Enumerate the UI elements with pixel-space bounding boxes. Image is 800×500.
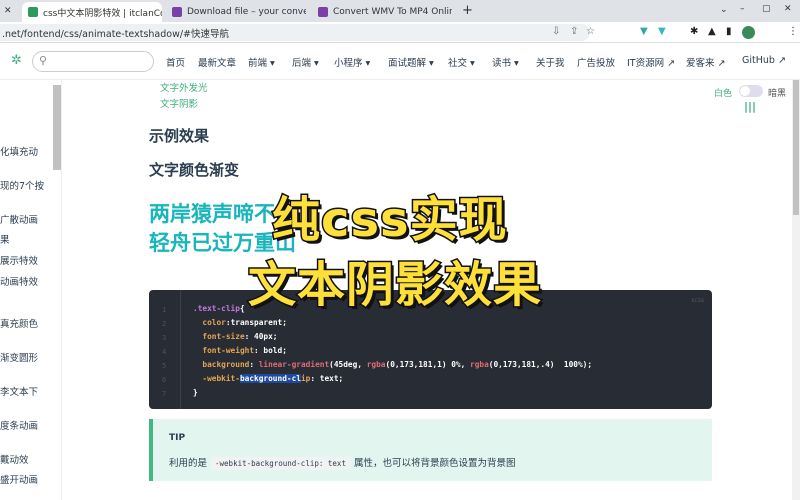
tab-title: Download file – your convers bbox=[187, 7, 306, 17]
nav-item[interactable]: 爱客来 ↗ bbox=[686, 55, 725, 69]
sidebar-item[interactable]: 动画特效 bbox=[0, 274, 38, 288]
address-bar: .net/fontend/css/animate-textshadow/#快速导… bbox=[0, 22, 800, 43]
star-icon[interactable]: ☆ bbox=[586, 26, 595, 37]
nav-item[interactable]: IT资源网 ↗ bbox=[627, 55, 675, 69]
sidebar-item[interactable]: 度条动画 bbox=[0, 418, 38, 432]
sidebar-item[interactable]: 现的7个按 bbox=[0, 178, 44, 192]
sidebar-item[interactable]: 真充颜色 bbox=[0, 316, 38, 330]
line-number: 2 bbox=[162, 320, 167, 328]
toc-toggle-icon[interactable]: ||| bbox=[744, 100, 756, 113]
line-number: 1 bbox=[162, 306, 167, 314]
close-icon[interactable]: ✕ bbox=[4, 6, 12, 16]
sidebar-scrollbar[interactable] bbox=[53, 85, 61, 170]
tip-text-after: 属性，也可以将背景颜色设置为背景图 bbox=[353, 458, 516, 469]
tab-css[interactable]: css中文本阴影特效 | itclanCode✕ bbox=[22, 2, 162, 22]
sidebar-item[interactable]: 戴动效 bbox=[0, 452, 29, 466]
nav-item[interactable]: 社交 ▾ bbox=[448, 55, 475, 69]
chevron-down-icon[interactable]: ⌄ bbox=[720, 5, 728, 15]
favicon-icon bbox=[172, 7, 182, 17]
extension-icon[interactable]: ▼ bbox=[640, 26, 648, 37]
toc-link[interactable]: 文字外发光 bbox=[160, 80, 208, 94]
url-input[interactable]: .net/fontend/css/animate-textshadow/#快速导… bbox=[0, 24, 590, 41]
minimize-icon[interactable]: – bbox=[740, 4, 745, 14]
extension-icon[interactable]: ▼ bbox=[658, 26, 666, 37]
search-icon: ⚲ bbox=[39, 54, 48, 67]
close-window-icon[interactable]: ✕ bbox=[784, 4, 792, 14]
nav-item[interactable]: 广告投放 bbox=[577, 55, 615, 69]
code-line: font-weight: bold; bbox=[202, 346, 287, 355]
nav-item[interactable]: 首页 bbox=[166, 55, 185, 69]
nav-item[interactable]: 最新文章 bbox=[198, 55, 236, 69]
favicon-icon bbox=[318, 7, 328, 17]
tab-bar: ✕ css中文本阴影特效 | itclanCode✕ Download file… bbox=[0, 0, 800, 22]
puzzle-icon[interactable]: ✱ bbox=[690, 26, 698, 37]
maximize-icon[interactable]: ▢ bbox=[762, 4, 771, 14]
nav-item[interactable]: 小程序 ▾ bbox=[334, 55, 370, 69]
sidebar-item[interactable]: 果 bbox=[0, 232, 10, 246]
menu-icon[interactable]: ⋮ bbox=[788, 26, 798, 37]
code-line: } bbox=[193, 388, 198, 397]
nav-item[interactable]: 面试题解 ▾ bbox=[388, 55, 434, 69]
code-line: -webkit-background-clip: text; bbox=[202, 374, 344, 383]
tab-title: css中文本阴影特效 | itclanCode bbox=[43, 8, 162, 19]
site-nav: ✲ ⚲ 首页 最新文章 前端 ▾ 后端 ▾ 小程序 ▾ 面试题解 ▾ 社交 ▾ … bbox=[0, 43, 800, 80]
avatar[interactable] bbox=[742, 26, 755, 39]
theme-dark-label: 暗黑 bbox=[768, 89, 787, 99]
sidebar-item[interactable]: 渐变圆形 bbox=[0, 350, 38, 364]
overlay-title-line1: 纯css实现 bbox=[271, 191, 509, 250]
code-line: color:transparent; bbox=[202, 318, 287, 327]
lab-icon[interactable]: ▲ bbox=[708, 26, 716, 37]
page-scrollbar-thumb[interactable] bbox=[793, 80, 799, 215]
favicon-icon bbox=[28, 7, 38, 17]
code-line: .text-clip{ bbox=[193, 304, 245, 313]
sidebar-item[interactable]: 李文本下 bbox=[0, 384, 38, 398]
nav-item[interactable]: 后端 ▾ bbox=[292, 55, 319, 69]
line-number: 5 bbox=[162, 362, 167, 370]
theme-light-label: 白色 bbox=[714, 89, 733, 99]
tip-code: -webkit-background-clip: text bbox=[211, 457, 350, 470]
theme-toggle[interactable] bbox=[739, 85, 763, 97]
line-number: 6 bbox=[162, 376, 167, 384]
tip-box: TIP 利用的是 -webkit-background-clip: text 属性，… bbox=[149, 419, 712, 481]
new-tab-button[interactable]: + bbox=[462, 3, 473, 18]
sidebar-item[interactable]: 展示特效 bbox=[0, 253, 38, 267]
overlay-title-line2: 文本阴影效果 bbox=[246, 256, 543, 315]
tip-text-before: 利用的是 bbox=[169, 458, 208, 469]
tab-download[interactable]: Download file – your convers✕ bbox=[166, 2, 306, 22]
toc-link[interactable]: 文字阴影 bbox=[160, 96, 198, 110]
nav-item[interactable]: 读书 ▾ bbox=[492, 55, 519, 69]
heading-example: 示例效果 bbox=[149, 127, 210, 145]
share-icon[interactable]: ⇪ bbox=[570, 26, 578, 37]
nav-item[interactable]: 关于我 bbox=[536, 55, 565, 69]
sidebar-item[interactable]: 化填充动 bbox=[0, 144, 38, 158]
line-numbers: 1 2 3 4 5 6 7 bbox=[149, 290, 181, 409]
heading-gradient: 文字颜色渐变 bbox=[149, 161, 240, 179]
code-line: font-size: 40px; bbox=[202, 332, 278, 341]
sidepanel-icon[interactable]: ▮ bbox=[726, 26, 732, 37]
install-icon[interactable]: ⇩ bbox=[552, 26, 560, 37]
line-number: 4 bbox=[162, 348, 167, 356]
line-number: 7 bbox=[162, 390, 167, 398]
search-input[interactable]: ⚲ bbox=[32, 51, 154, 72]
code-line: background: linear-gradient(45deg, rgba(… bbox=[202, 360, 593, 369]
sidebar-item[interactable]: 广散动画 bbox=[0, 212, 38, 226]
code-language: scss bbox=[691, 297, 704, 304]
tab-convert[interactable]: Convert WMV To MP4 Online✕ bbox=[312, 2, 452, 22]
nav-item[interactable]: GitHub ↗ bbox=[742, 55, 786, 66]
nav-item[interactable]: 前端 ▾ bbox=[248, 55, 275, 69]
sidebar-item[interactable]: 盛开动画 bbox=[0, 472, 38, 486]
gear-icon[interactable]: ✲ bbox=[11, 53, 22, 68]
tip-text: 利用的是 -webkit-background-clip: text 属性，也可以将… bbox=[169, 455, 516, 470]
tab-title: Convert WMV To MP4 Online bbox=[333, 7, 452, 17]
line-number: 3 bbox=[162, 334, 167, 342]
tip-title: TIP bbox=[169, 433, 186, 443]
